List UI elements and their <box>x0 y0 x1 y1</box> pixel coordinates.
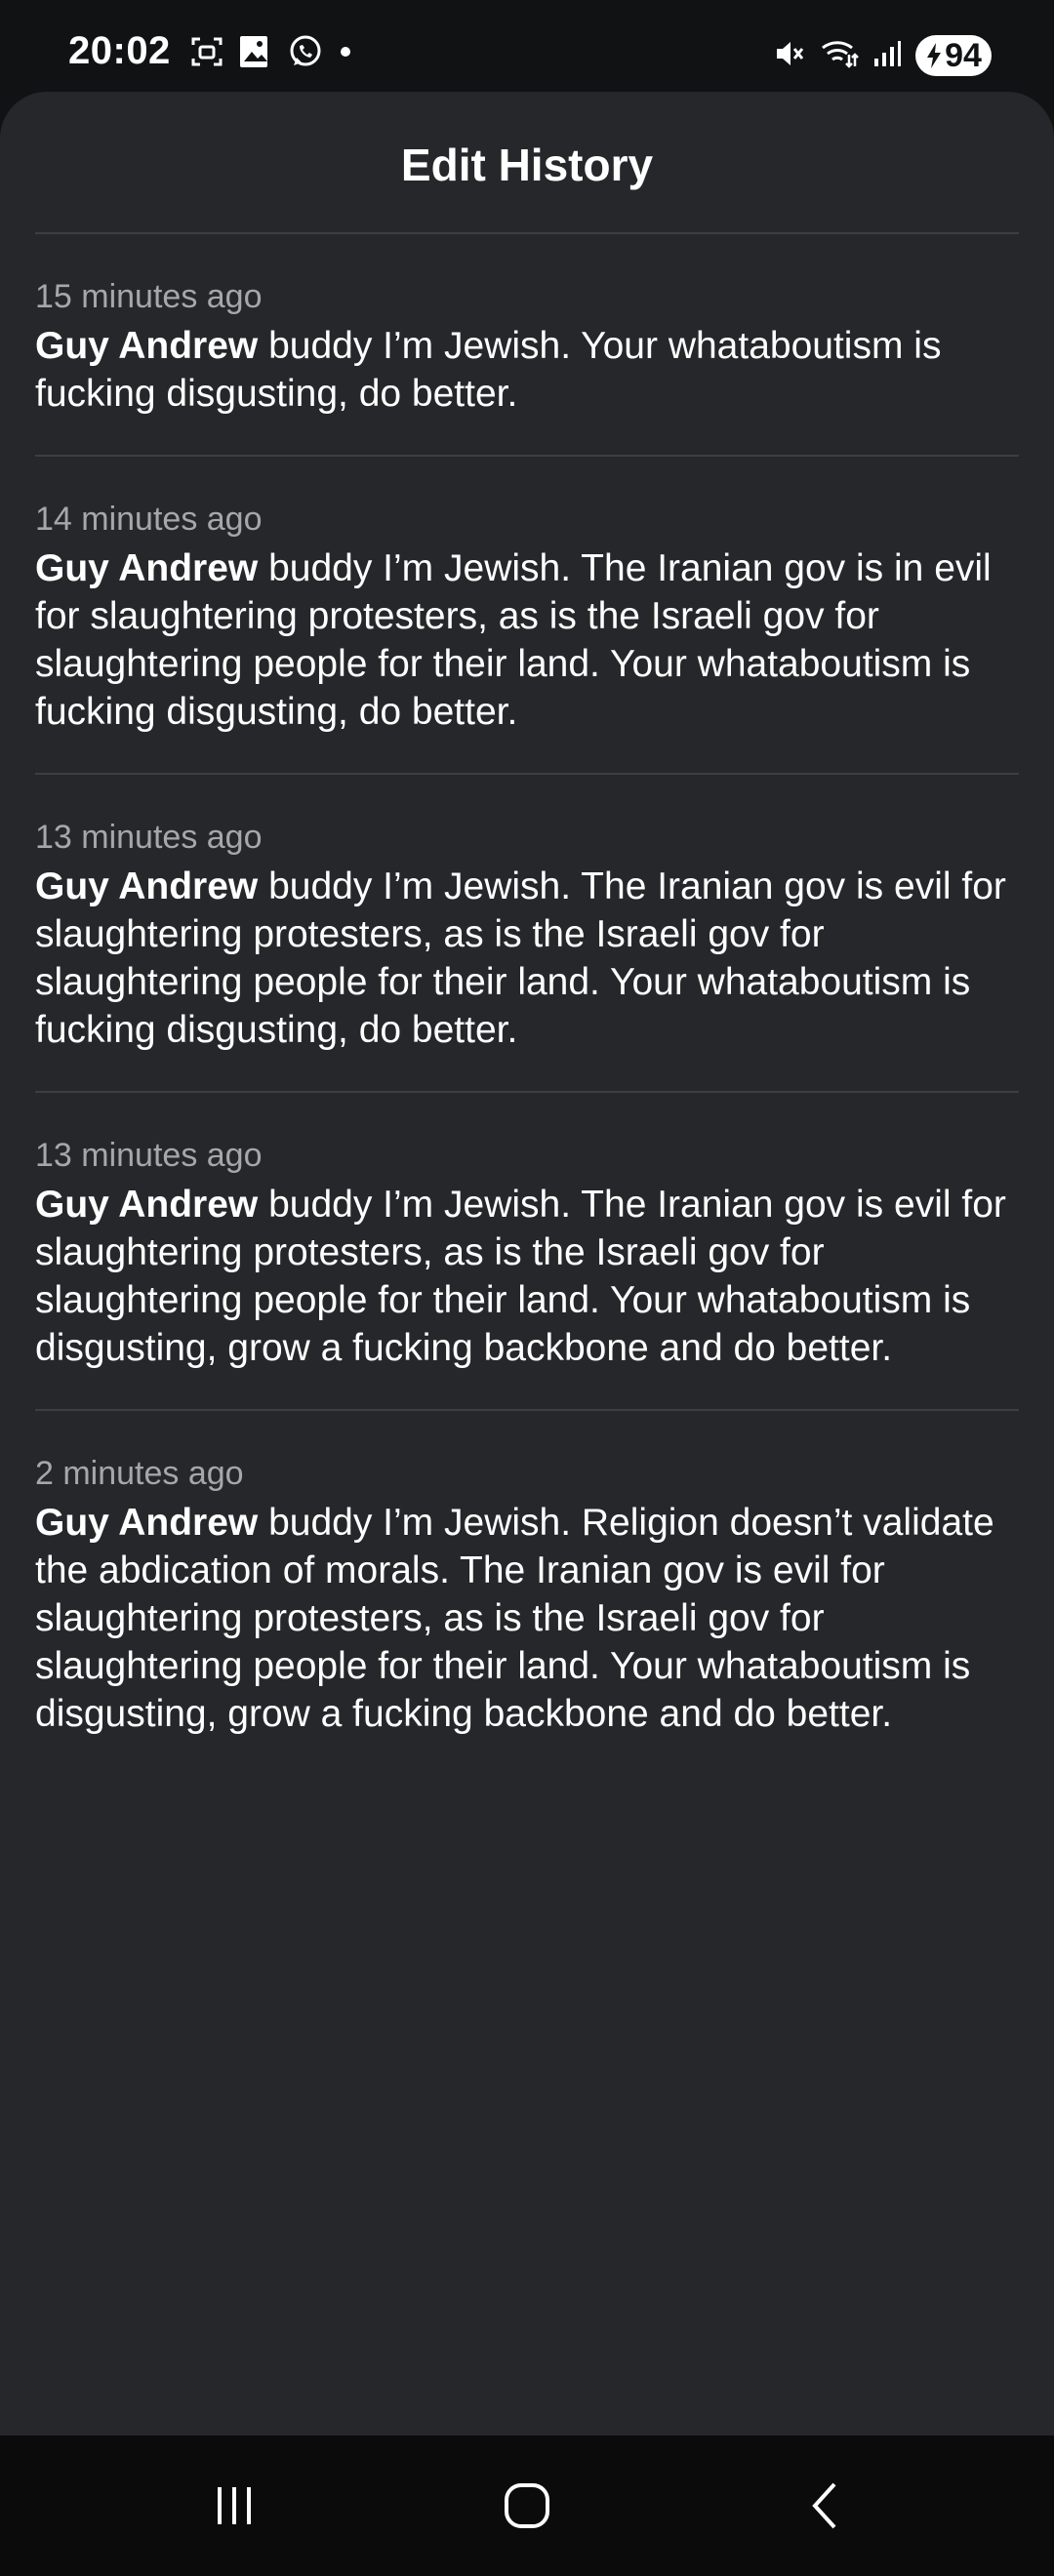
edit-timestamp: 2 minutes ago <box>35 1455 244 1492</box>
mute-icon <box>773 37 806 75</box>
recent-apps-button[interactable] <box>185 2465 283 2547</box>
wifi-icon <box>820 37 859 75</box>
list-item: 2 minutes ago Guy Andrew buddy I’m Jewis… <box>35 1409 1019 1775</box>
home-icon <box>505 2483 549 2528</box>
comment-text: Guy Andrew buddy I’m Jewish. The Iranian… <box>35 544 1019 736</box>
edit-timestamp: 13 minutes ago <box>35 1137 263 1174</box>
navigation-bar <box>0 2435 1054 2576</box>
status-left-icons <box>189 31 355 76</box>
edit-timestamp: 15 minutes ago <box>35 278 263 315</box>
status-bar: 20:02 94 <box>0 0 1054 94</box>
sheet-title: Edit History <box>400 140 654 190</box>
comment-text: Guy Andrew buddy I’m Jewish. The Iranian… <box>35 1181 1019 1372</box>
status-right-icons: 94 <box>773 33 992 78</box>
comment-text: Guy Andrew buddy I’m Jewish. Religion do… <box>35 1499 1019 1738</box>
back-icon <box>812 2482 836 2529</box>
comment-text: Guy Andrew buddy I’m Jewish. The Iranian… <box>35 863 1019 1054</box>
status-time: 20:02 <box>68 29 171 72</box>
screenshot-icon <box>189 34 224 74</box>
edit-history-sheet: Edit History 15 minutes ago Guy Andrew b… <box>0 92 1054 2435</box>
edit-history-list: 15 minutes ago Guy Andrew buddy I’m Jewi… <box>35 232 1019 1775</box>
author-mention: Guy Andrew <box>35 865 259 907</box>
author-mention: Guy Andrew <box>35 547 259 589</box>
list-item: 13 minutes ago Guy Andrew buddy I’m Jewi… <box>35 773 1019 1091</box>
battery-level: 94 <box>945 36 982 74</box>
gallery-icon <box>236 32 275 76</box>
list-item: 14 minutes ago Guy Andrew buddy I’m Jewi… <box>35 455 1019 773</box>
home-button[interactable] <box>478 2465 576 2547</box>
back-button[interactable] <box>777 2465 874 2547</box>
author-mention: Guy Andrew <box>35 325 259 367</box>
recent-apps-icon <box>218 2487 251 2524</box>
comment-text: Guy Andrew buddy I’m Jewish. Your whatab… <box>35 322 1019 418</box>
dot-icon <box>336 42 355 66</box>
battery-icon: 94 <box>915 35 992 76</box>
list-item: 15 minutes ago Guy Andrew buddy I’m Jewi… <box>35 232 1019 455</box>
list-item: 13 minutes ago Guy Andrew buddy I’m Jewi… <box>35 1091 1019 1409</box>
edit-timestamp: 13 minutes ago <box>35 819 263 856</box>
signal-icon <box>872 39 902 73</box>
author-mention: Guy Andrew <box>35 1502 259 1544</box>
whatsapp-icon <box>287 33 324 75</box>
edit-timestamp: 14 minutes ago <box>35 501 263 538</box>
author-mention: Guy Andrew <box>35 1184 259 1226</box>
charging-bolt-icon <box>927 43 942 68</box>
